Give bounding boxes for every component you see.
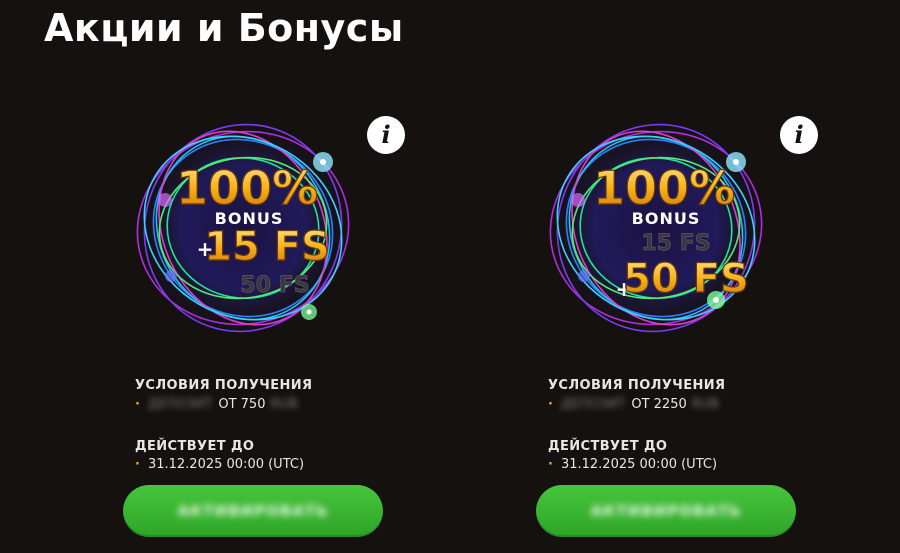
badge-secondary-fs: 50 FS — [240, 273, 309, 298]
conditions-blurred-prefix: ДЕПОЗИТ — [560, 397, 626, 412]
info-button[interactable]: i — [780, 116, 818, 154]
info-icon: i — [381, 120, 391, 149]
activate-button[interactable]: АКТИВИРОВАТЬ — [123, 485, 383, 537]
valid-until-label: ДЕЙСТВУЕТ ДО — [548, 439, 668, 454]
conditions-blurred-suffix: RUB — [691, 397, 720, 412]
valid-until-row: · 31.12.2025 00:00 (UTC) — [548, 457, 717, 472]
bullet-icon: · — [548, 457, 553, 472]
valid-until-row: · 31.12.2025 00:00 (UTC) — [135, 457, 304, 472]
valid-until-label: ДЕЙСТВУЕТ ДО — [135, 439, 255, 454]
valid-until-value: 31.12.2025 00:00 (UTC) — [560, 457, 718, 472]
info-icon: i — [794, 120, 804, 149]
bonus-card-1: 100% BONUS + 15 FS 50 FS i УСЛОВИЯ ПОЛУЧ… — [115, 100, 445, 550]
bonus-badge-image: 100% BONUS 15 FS + 50 FS — [536, 100, 776, 350]
info-button[interactable]: i — [367, 116, 405, 154]
activate-button-label: АКТИВИРОВАТЬ — [177, 502, 329, 520]
page-title: Акции и Бонусы — [44, 6, 404, 50]
conditions-value: ОТ 2250 — [631, 397, 687, 412]
conditions-value-row: · ДЕПОЗИТ ОТ 750 RUB — [135, 397, 298, 412]
valid-until-value: 31.12.2025 00:00 (UTC) — [147, 457, 305, 472]
activate-button[interactable]: АКТИВИРОВАТЬ — [536, 485, 796, 537]
bullet-icon: · — [135, 457, 140, 472]
conditions-value-row: · ДЕПОЗИТ ОТ 2250 RUB — [548, 397, 719, 412]
conditions-label: УСЛОВИЯ ПОЛУЧЕНИЯ — [548, 378, 726, 393]
bonus-badge-image: 100% BONUS + 15 FS 50 FS — [123, 100, 363, 350]
conditions-blurred-prefix: ДЕПОЗИТ — [147, 397, 213, 412]
bonus-card-2: 100% BONUS 15 FS + 50 FS i УСЛОВИЯ ПОЛУЧ… — [528, 100, 858, 550]
badge-percent: 100% — [176, 161, 318, 215]
badge-bonus-word: BONUS — [632, 209, 701, 228]
conditions-label: УСЛОВИЯ ПОЛУЧЕНИЯ — [135, 378, 313, 393]
promotions-page: Акции и Бонусы 100% BONUS + 15 FS 50 FS … — [0, 0, 900, 553]
badge-primary-fs: 50 FS — [623, 256, 749, 302]
conditions-value: ОТ 750 — [218, 397, 266, 412]
badge-primary-fs: 15 FS — [204, 224, 330, 270]
badge-secondary-fs: 15 FS — [641, 231, 710, 256]
badge-percent: 100% — [593, 161, 735, 215]
activate-button-label: АКТИВИРОВАТЬ — [590, 502, 742, 520]
bullet-icon: · — [548, 397, 553, 412]
bullet-icon: · — [135, 397, 140, 412]
conditions-blurred-suffix: RUB — [270, 397, 298, 412]
